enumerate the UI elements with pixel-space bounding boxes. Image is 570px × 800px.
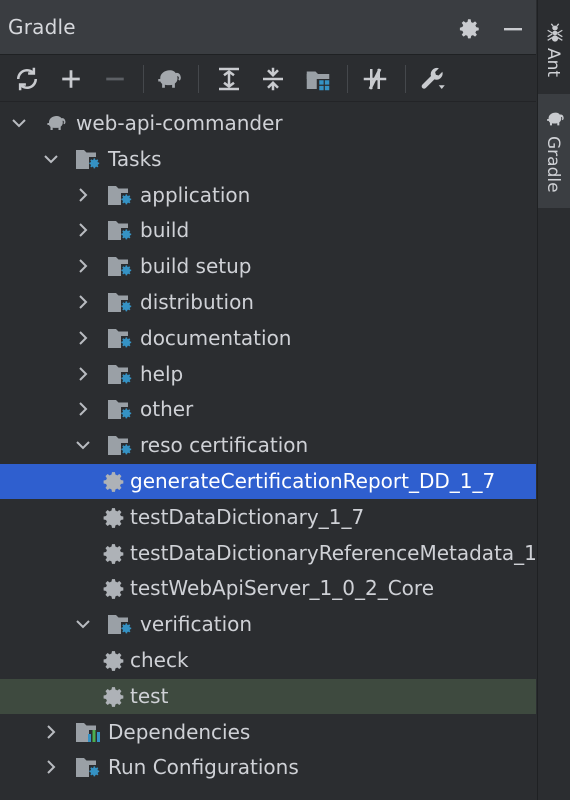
tool-window-header: Gradle [0, 0, 536, 55]
folder-gear-icon [74, 754, 104, 781]
tree-node-row[interactable]: Tasks [0, 142, 536, 177]
chevron-down-icon[interactable] [10, 114, 28, 132]
chevron-down-icon[interactable] [74, 436, 92, 454]
folder-gear-icon [106, 396, 136, 423]
dependencies-icon[interactable] [303, 64, 333, 94]
tree-node-label: testWebApiServer_1_0_2_Core [130, 576, 434, 601]
tree-node-label: testDataDictionary_1_7 [130, 504, 365, 529]
gear-icon [102, 685, 132, 712]
tree-task-row[interactable]: generateCertificationReport_DD_1_7 [0, 464, 536, 499]
tree-task-row[interactable]: check [0, 643, 536, 678]
tree-node-label: distribution [140, 290, 254, 314]
chevron-right-icon[interactable] [74, 329, 92, 347]
chevron-right-icon[interactable] [74, 365, 92, 383]
tree-node-label: reso certification [140, 433, 309, 458]
gear-icon [102, 649, 132, 676]
sidebar-tab-gradle[interactable]: Gradle [538, 94, 570, 208]
elephant-icon[interactable] [154, 64, 184, 94]
plus-icon[interactable] [56, 64, 86, 94]
gradle-tool-window: Gradle web-api-commander Tasks applicati… [0, 0, 536, 800]
folder-gear-icon [74, 146, 104, 173]
sidebar-tab-label: Gradle [543, 136, 563, 193]
elephant-icon [42, 110, 72, 137]
tree-node-label: check [130, 648, 189, 672]
tree-node-row[interactable]: documentation [0, 321, 536, 356]
tree-node-label: documentation [140, 325, 292, 350]
wrench-icon[interactable] [418, 64, 448, 94]
tree-task-row[interactable]: testWebApiServer_1_0_2_Core [0, 571, 536, 606]
tree-node-row[interactable]: help [0, 357, 536, 392]
tree-node-row[interactable]: distribution [0, 285, 536, 320]
folder-gear-icon [106, 182, 136, 209]
right-tool-window-bar: Ant Gradle [537, 0, 570, 800]
hide-panel-minus-icon[interactable] [500, 17, 526, 41]
gear-icon[interactable] [456, 16, 482, 42]
collapse-all-icon[interactable] [258, 64, 288, 94]
folder-gear-icon [106, 432, 136, 459]
tree-node-label: Tasks [108, 146, 162, 171]
gear-icon [102, 506, 132, 533]
folder-gear-icon [106, 253, 136, 280]
sidebar-tab-label: Ant [543, 48, 563, 78]
tree-node-label: other [140, 397, 194, 422]
tree-node-label: web-api-commander [76, 111, 283, 135]
tree-node-label: help [140, 361, 184, 386]
tool-window-title: Gradle [8, 15, 76, 39]
tree-node-label: application [140, 182, 251, 207]
tree-task-row[interactable]: test [0, 678, 536, 714]
gear-icon [102, 542, 132, 569]
offline-icon[interactable] [360, 64, 390, 94]
tree-node-row[interactable]: other [0, 392, 536, 427]
gear-icon [102, 577, 132, 604]
dependencies-icon [74, 719, 104, 746]
chevron-right-icon[interactable] [74, 257, 92, 275]
tree-node-label: testDataDictionaryReferenceMetadata_1_7 [130, 540, 536, 565]
tree-node-label: Dependencies [108, 719, 251, 744]
chevron-right-icon[interactable] [74, 221, 92, 239]
chevron-right-icon[interactable] [42, 723, 60, 741]
tree-task-row[interactable]: testDataDictionary_1_7 [0, 500, 536, 535]
tree-node-row[interactable]: Dependencies [0, 715, 536, 750]
tree-node-row[interactable]: application [0, 178, 536, 213]
toolbar-separator [405, 65, 406, 93]
toolbar-separator [143, 65, 144, 93]
chevron-right-icon[interactable] [42, 758, 60, 776]
gear-icon [102, 470, 132, 497]
tree-node-label: generateCertificationReport_DD_1_7 [130, 469, 496, 493]
tree-node-label: build setup [140, 254, 252, 279]
folder-gear-icon [106, 361, 136, 388]
elephant-icon [544, 108, 566, 130]
tree-node-label: build [140, 218, 190, 243]
tree-node-row[interactable]: build setup [0, 249, 536, 284]
chevron-down-icon[interactable] [74, 615, 92, 633]
tree-node-label: Run Configurations [108, 755, 299, 780]
expand-all-icon[interactable] [214, 64, 244, 94]
tree-node-row[interactable]: reso certification [0, 428, 536, 463]
tree-node-row[interactable]: build [0, 213, 536, 248]
chevron-down-icon[interactable] [42, 150, 60, 168]
tree-node-row[interactable]: Run Configurations [0, 750, 536, 785]
tree-node-row[interactable]: web-api-commander [0, 106, 536, 141]
folder-gear-icon [106, 289, 136, 316]
folder-gear-icon [106, 611, 136, 638]
tree-node-label: test [130, 683, 169, 708]
chevron-right-icon[interactable] [74, 400, 92, 418]
sidebar-tab-ant[interactable]: Ant [538, 14, 570, 84]
toolbar-separator [198, 65, 199, 93]
chevron-right-icon[interactable] [74, 186, 92, 204]
folder-gear-icon [106, 217, 136, 244]
minus-icon[interactable] [100, 64, 130, 94]
folder-gear-icon [106, 325, 136, 352]
tree-task-row[interactable]: testDataDictionaryReferenceMetadata_1_7 [0, 536, 536, 571]
tree-node-label: verification [140, 612, 253, 637]
chevron-right-icon[interactable] [74, 293, 92, 311]
gradle-toolbar [0, 55, 536, 102]
gradle-projects-tree: web-api-commander Tasks application build bu… [0, 104, 536, 800]
refresh-icon[interactable] [12, 64, 42, 94]
tree-node-row[interactable]: verification [0, 607, 536, 642]
ant-icon [544, 22, 566, 44]
toolbar-separator [347, 65, 348, 93]
